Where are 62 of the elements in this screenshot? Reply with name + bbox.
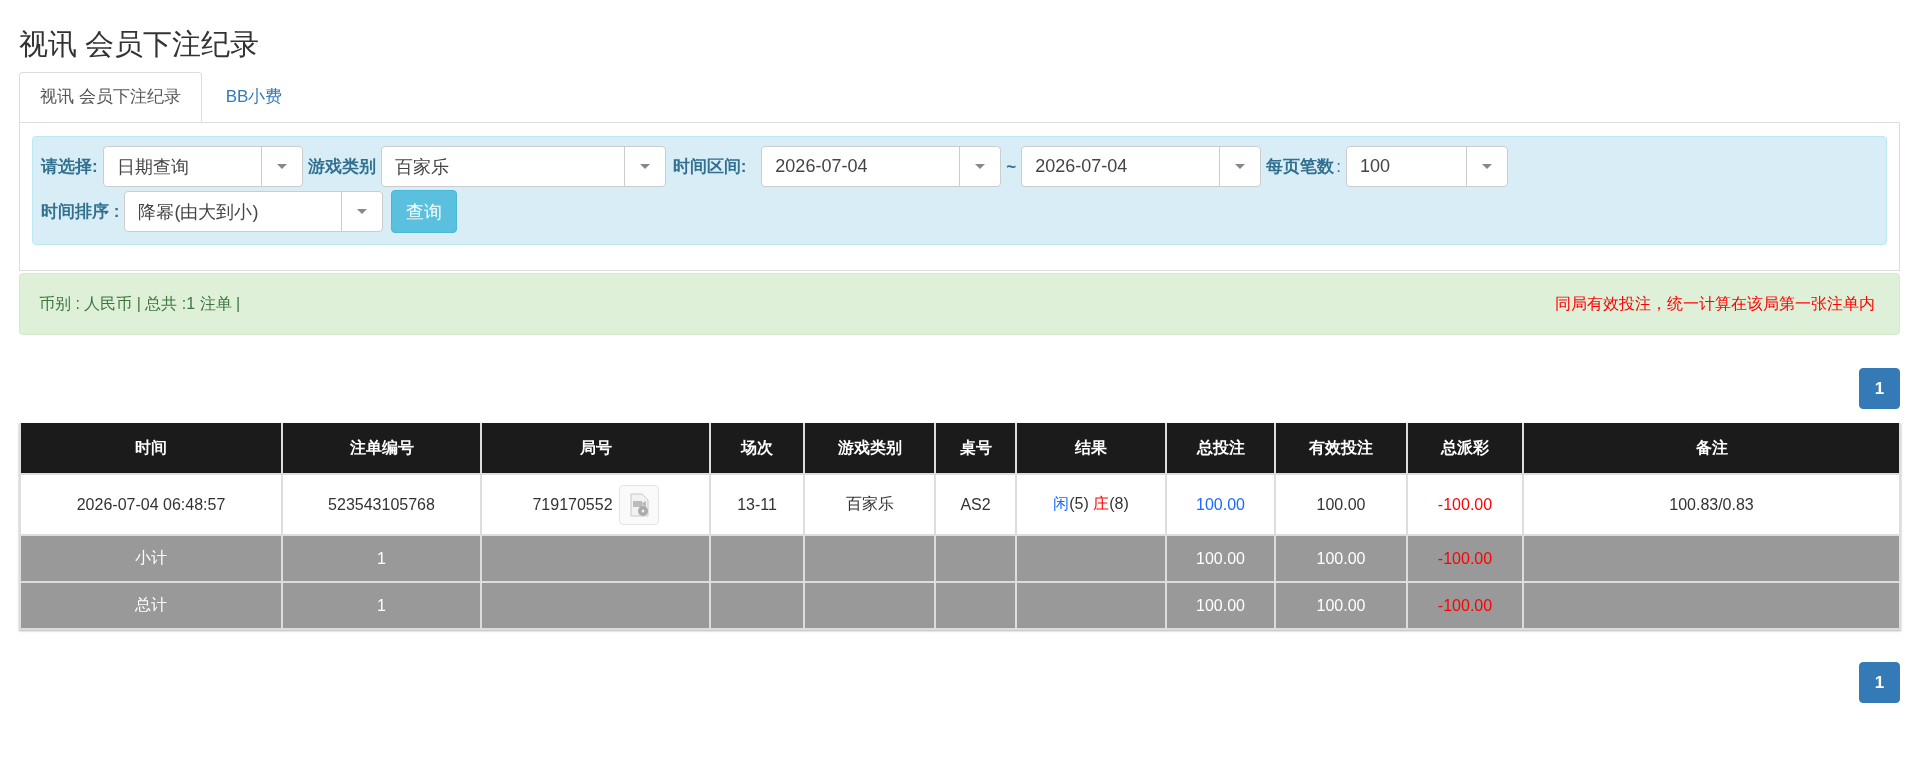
range-separator: ~	[1006, 156, 1017, 177]
column-header: 场次	[710, 423, 804, 474]
table-cell: 总计	[20, 582, 282, 629]
round-number: 719170552	[532, 495, 613, 514]
table-cell: 100.00	[1275, 582, 1407, 629]
result-side: 闲	[1053, 495, 1070, 512]
summary-text: 币别 : 人民币 | 总共 :1 注单 |	[39, 293, 241, 314]
column-header: 注单编号	[282, 423, 481, 474]
table-cell: 100.00	[1166, 582, 1275, 629]
result-score: (8)	[1109, 495, 1129, 512]
select-field[interactable]: 降幂(由大到小)	[124, 191, 384, 232]
video-replay-button[interactable]	[618, 484, 659, 525]
table-cell: 13-11	[710, 474, 804, 535]
table-cell: 100.00	[1275, 474, 1407, 535]
column-header: 结果	[1016, 423, 1166, 474]
table-cell: -100.00	[1407, 535, 1523, 582]
table-cell: 百家乐	[804, 474, 935, 535]
caret-icon	[975, 164, 986, 169]
table-cell: 2026-07-04 06:48:57	[20, 474, 282, 535]
column-header: 时间	[20, 423, 282, 474]
result-side: 庄	[1093, 495, 1110, 512]
page-button[interactable]: 1	[1859, 368, 1900, 409]
field-label: 每页笔数	[1266, 156, 1335, 178]
table-cell: 1	[282, 582, 481, 629]
result-score: (5)	[1069, 495, 1089, 512]
select-field[interactable]: 日期查询	[102, 146, 303, 187]
table-cell: AS2	[935, 474, 1016, 535]
caret-icon	[357, 209, 368, 214]
column-header: 总投注	[1166, 423, 1275, 474]
column-header: 局号	[481, 423, 710, 474]
table-cell: 100.00	[1275, 535, 1407, 582]
caret-icon	[639, 164, 650, 169]
label-colon: :	[1336, 156, 1341, 177]
tab[interactable]: 视讯 会员下注纪录	[19, 72, 202, 122]
table-cell: 小计	[20, 535, 282, 582]
table-cell: 523543105768	[282, 474, 481, 535]
table-cell: 100.00	[1166, 535, 1275, 582]
field-label: 时间排序 :	[41, 201, 120, 223]
date-field[interactable]: 2026-07-04	[1021, 146, 1262, 187]
field-label: 时间区间:	[672, 156, 747, 178]
page-button[interactable]: 1	[1859, 662, 1900, 703]
caret-icon	[276, 164, 287, 169]
column-header: 桌号	[935, 423, 1016, 474]
date-field[interactable]: 2026-07-04	[761, 146, 1002, 187]
notice-text: 同局有效投注，统一计算在该局第一张注单内	[1555, 293, 1875, 314]
tab[interactable]: BB小费	[204, 72, 304, 123]
caret-icon	[1482, 164, 1492, 169]
column-header: 有效投注	[1275, 423, 1407, 474]
table-cell: -100.00	[1407, 474, 1523, 535]
caret-icon	[1235, 164, 1246, 169]
column-header: 总派彩	[1407, 423, 1523, 474]
table-cell: 100.00	[1166, 474, 1275, 535]
table-cell: 100.83/0.83	[1523, 474, 1900, 535]
select-field[interactable]: 100	[1346, 146, 1508, 187]
field-label: 请选择:	[41, 156, 98, 178]
page-title: 视讯 会员下注纪录	[19, 27, 260, 62]
column-header: 游戏类别	[804, 423, 935, 474]
table-cell: 1	[282, 535, 481, 582]
column-header: 备注	[1523, 423, 1900, 474]
select-field[interactable]: 百家乐	[380, 146, 666, 187]
field-label: 游戏类别	[307, 156, 376, 178]
table-cell: -100.00	[1407, 582, 1523, 629]
